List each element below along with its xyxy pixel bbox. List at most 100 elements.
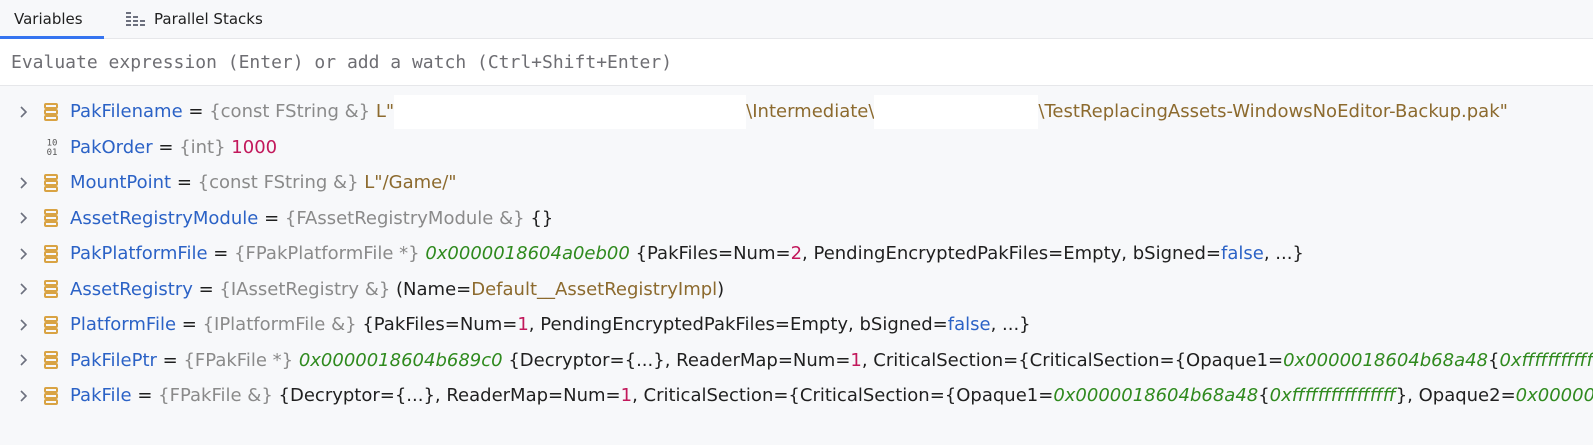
- value-string: Default__AssetRegistryImpl: [471, 278, 718, 300]
- value-address: 0x000001860: [1515, 385, 1593, 407]
- equals-sign: =: [258, 207, 285, 229]
- variable-type: {int}: [179, 136, 226, 158]
- variable-type: {FAssetRegistryModule &}: [284, 207, 525, 229]
- svg-text:10: 10: [47, 139, 58, 149]
- value-part: , PendingEncryptedPakFiles=Empty, bSigne…: [802, 243, 1221, 265]
- value-address: 0xffffffffffffffff: [1499, 349, 1593, 371]
- struct-icon: [44, 244, 58, 263]
- equals-sign: =: [207, 243, 235, 265]
- equals-sign: =: [131, 385, 159, 407]
- variable-name: PakFilePtr: [70, 349, 157, 371]
- value-number: 1: [517, 314, 529, 336]
- value-address: 0x0000018604b68a48: [1053, 385, 1259, 407]
- value-middle: \Intermediate\: [746, 101, 875, 123]
- variable-row-assetregistry[interactable]: AssetRegistry = {IAssetRegistry &} (Name…: [0, 272, 1593, 308]
- variable-type: {FPakFile &}: [158, 385, 273, 407]
- variable-type: {IAssetRegistry &}: [219, 278, 391, 300]
- value-part: {PakFiles=Num=: [362, 314, 518, 336]
- redacted-block: [874, 94, 1039, 129]
- variable-row-pakfile[interactable]: PakFile = {FPakFile &} {Decryptor={...},…: [0, 378, 1593, 414]
- variable-row-mountpoint[interactable]: MountPoint = {const FString &} L"/Game/": [0, 165, 1593, 201]
- variable-row-platformfile[interactable]: PlatformFile = {IPlatformFile &} {PakFil…: [0, 307, 1593, 343]
- value-suffix: \TestReplacingAssets-WindowsNoEditor-Bac…: [1038, 101, 1508, 123]
- value-part: {Decryptor={...}, ReaderMap=Num=: [278, 385, 621, 407]
- variable-row-pakfilename[interactable]: PakFilename = {const FString &} L" \Inte…: [0, 94, 1593, 130]
- variable-address: 0x0000018604b689c0: [298, 349, 503, 371]
- equals-sign: =: [182, 101, 210, 123]
- value-part: {PakFiles=Num=: [635, 243, 791, 265]
- variable-type: {const FString &}: [197, 172, 359, 194]
- chevron-right-icon[interactable]: [16, 352, 32, 368]
- variable-type: {IPlatformFile &}: [202, 314, 357, 336]
- variable-row-pakfileptr[interactable]: PakFilePtr = {FPakFile *} 0x0000018604b6…: [0, 343, 1593, 379]
- value-address: 0x0000018604b68a48: [1283, 349, 1488, 371]
- value-number: 1: [620, 385, 633, 407]
- value-keyword: false: [947, 314, 991, 336]
- variable-type: {FPakPlatformFile *}: [234, 243, 420, 265]
- struct-icon: [44, 351, 58, 370]
- variable-row-pakplatformfile[interactable]: PakPlatformFile = {FPakPlatformFile *} 0…: [0, 236, 1593, 272]
- value-keyword: false: [1221, 243, 1264, 265]
- parallel-stacks-icon: [126, 12, 145, 26]
- equals-sign: =: [152, 136, 180, 158]
- evaluate-bar: [0, 39, 1593, 86]
- value-part: , ...}: [990, 314, 1031, 336]
- chevron-right-icon[interactable]: [16, 317, 32, 333]
- tab-parallel-stacks[interactable]: Parallel Stacks: [104, 0, 277, 38]
- tab-parallel-stacks-label: Parallel Stacks: [154, 10, 263, 28]
- variable-name: PakFilename: [70, 101, 183, 123]
- struct-icon: [44, 386, 58, 405]
- value-part: (Name=: [396, 278, 472, 300]
- struct-icon: [44, 173, 58, 192]
- svg-text:01: 01: [47, 148, 58, 157]
- equals-sign: =: [156, 349, 184, 371]
- variables-tree: PakFilename = {const FString &} L" \Inte…: [0, 86, 1593, 414]
- tab-variables-label: Variables: [14, 10, 83, 28]
- value-part: , CriticalSection={CriticalSection={Opaq…: [632, 385, 1054, 407]
- variable-address: 0x0000018604a0eb00: [425, 243, 630, 265]
- struct-icon: [44, 315, 58, 334]
- variable-name: MountPoint: [70, 172, 172, 194]
- variable-row-assetregistrymodule[interactable]: AssetRegistryModule = {FAssetRegistryMod…: [0, 201, 1593, 237]
- struct-icon: [44, 280, 58, 299]
- evaluate-expression-input[interactable]: [0, 51, 1593, 73]
- chevron-right-icon[interactable]: [16, 175, 32, 191]
- variable-name: PakFile: [70, 385, 132, 407]
- value-part: {: [1258, 385, 1270, 407]
- value-part: }, Opaque2=: [1395, 385, 1516, 407]
- redacted-block: [394, 94, 747, 129]
- chevron-right-icon[interactable]: [16, 104, 32, 120]
- variable-name: PakOrder: [70, 136, 153, 158]
- variable-type: {const FString &}: [209, 101, 371, 123]
- variable-name: PakPlatformFile: [70, 243, 208, 265]
- value-part: ): [717, 278, 725, 300]
- number-icon: 10 01: [47, 139, 58, 158]
- variable-value: {}: [530, 207, 554, 229]
- value-number: 2: [790, 243, 803, 265]
- equals-sign: =: [192, 278, 220, 300]
- chevron-right-icon[interactable]: [16, 388, 32, 404]
- variable-type: {FPakFile *}: [183, 349, 294, 371]
- value-part: , CriticalSection={CriticalSection={Opaq…: [861, 349, 1284, 371]
- variable-name: PlatformFile: [70, 314, 177, 336]
- value-part: , PendingEncryptedPakFiles=Empty, bSigne…: [528, 314, 948, 336]
- equals-sign: =: [171, 172, 198, 194]
- value-number: 1: [850, 349, 862, 371]
- struct-icon: [44, 209, 58, 228]
- variable-row-pakorder[interactable]: 10 01 PakOrder = {int} 1000: [0, 130, 1593, 166]
- chevron-right-icon[interactable]: [16, 281, 32, 297]
- debugger-tabbar: Variables Parallel Stacks: [0, 0, 1593, 39]
- variable-value: L"/Game/": [364, 172, 457, 194]
- chevron-right-icon[interactable]: [16, 246, 32, 262]
- struct-icon: [44, 102, 58, 121]
- value-part: , ...}: [1263, 243, 1304, 265]
- chevron-right-icon[interactable]: [16, 210, 32, 226]
- equals-sign: =: [176, 314, 203, 336]
- value-prefix: L": [375, 101, 395, 123]
- variable-name: AssetRegistryModule: [70, 207, 259, 229]
- tab-variables[interactable]: Variables: [0, 0, 104, 39]
- variable-name: AssetRegistry: [70, 278, 193, 300]
- variable-value: 1000: [231, 136, 278, 158]
- value-address: 0xffffffffffffffff: [1269, 385, 1396, 407]
- value-part: {Decryptor={...}, ReaderMap=Num=: [508, 349, 851, 371]
